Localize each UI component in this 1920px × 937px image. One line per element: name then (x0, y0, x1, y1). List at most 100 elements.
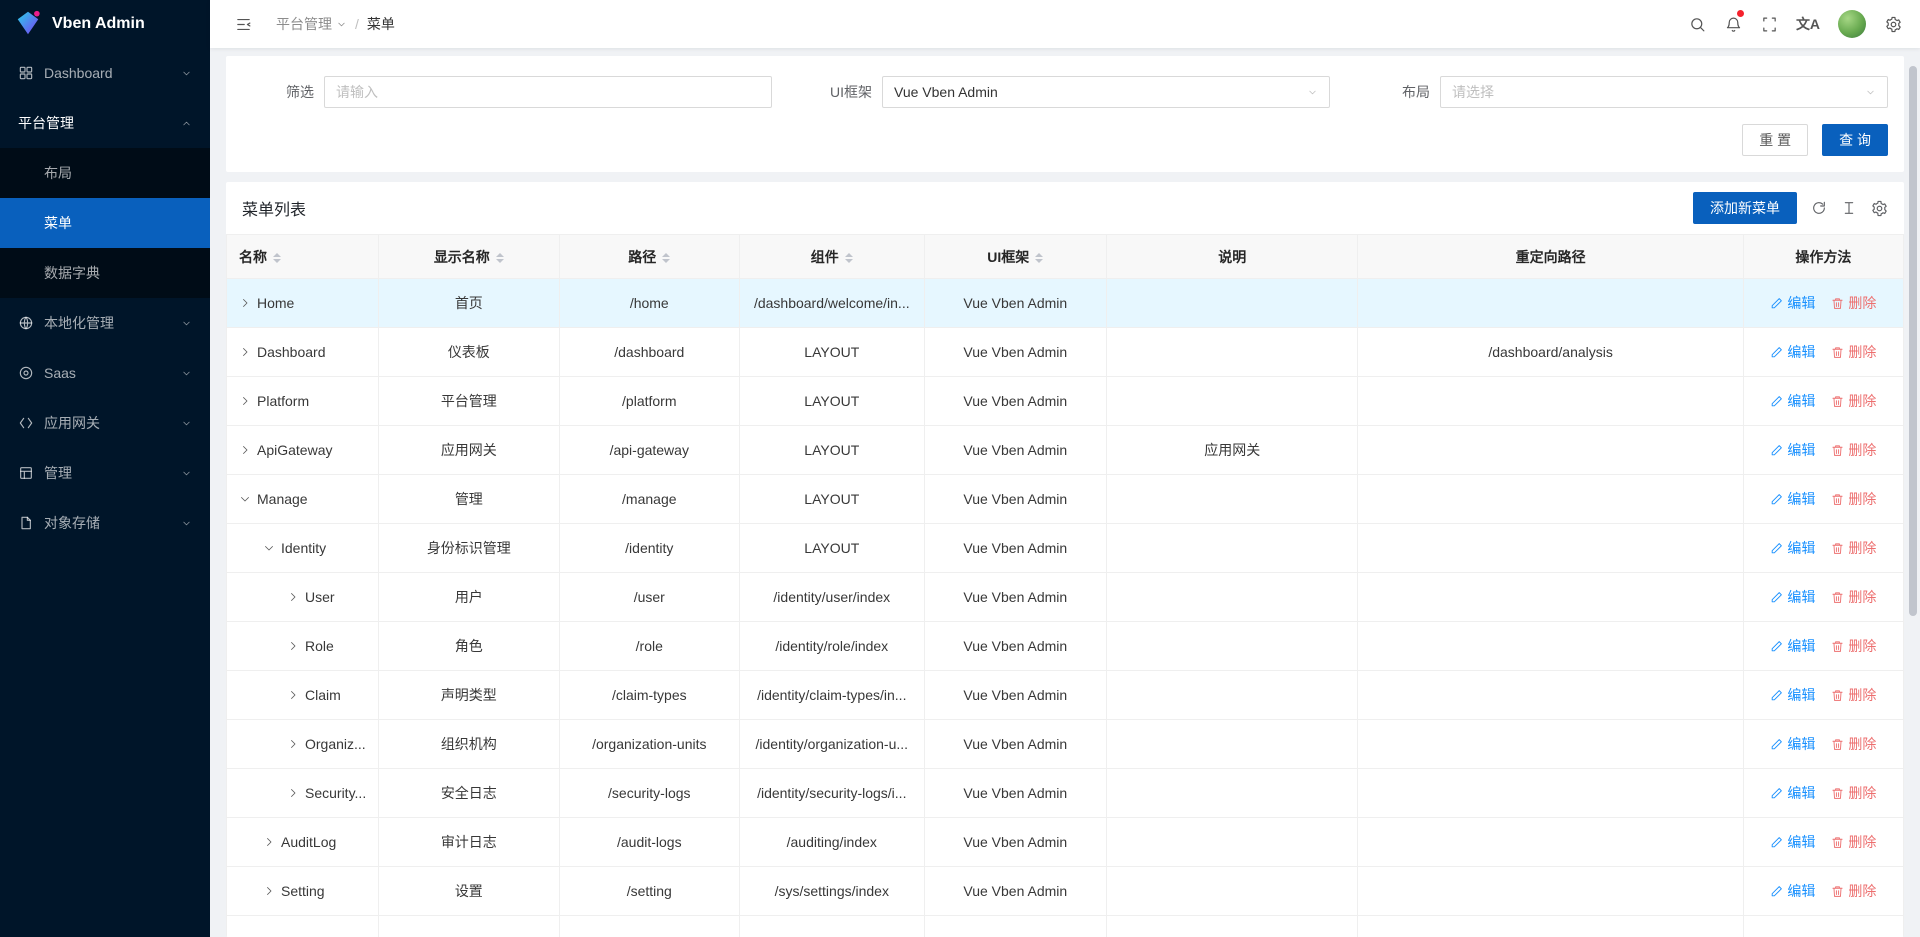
sort-icon[interactable] (845, 253, 853, 263)
edit-link[interactable]: 编辑 (1770, 783, 1815, 803)
row-expand-icon[interactable] (287, 689, 299, 701)
edit-link[interactable]: 编辑 (1770, 881, 1815, 901)
table-settings-icon[interactable] (1871, 200, 1888, 217)
row-expand-icon[interactable] (287, 591, 299, 603)
delete-link[interactable]: 删除 (1831, 489, 1876, 509)
ui-framework-select[interactable]: Vue Vben Admin (882, 76, 1330, 108)
edit-link[interactable]: 编辑 (1770, 685, 1815, 705)
sort-icon[interactable] (662, 253, 670, 263)
edit-link[interactable]: 编辑 (1770, 391, 1815, 411)
column-header-path[interactable]: 路径 (559, 235, 739, 279)
menu-fold-icon[interactable] (226, 0, 260, 48)
row-expand-icon[interactable] (263, 542, 275, 554)
delete-link[interactable]: 删除 (1831, 587, 1876, 607)
sort-icon[interactable] (496, 253, 504, 263)
sidebar-item-dashboard[interactable]: Dashboard (0, 48, 210, 98)
table-row[interactable]: Claim声明类型/claim-types/identity/claim-typ… (227, 671, 1904, 720)
edit-link[interactable]: 编辑 (1770, 587, 1815, 607)
column-header-component[interactable]: 组件 (740, 235, 925, 279)
row-expand-icon[interactable] (239, 395, 251, 407)
notification-bell-icon[interactable] (1716, 0, 1750, 48)
delete-link[interactable]: 删除 (1831, 783, 1876, 803)
delete-link[interactable]: 删除 (1831, 391, 1876, 411)
sidebar-subitem-menu[interactable]: 菜单 (0, 198, 210, 248)
translate-icon[interactable]: 文A (1788, 0, 1828, 48)
filter-input[interactable] (324, 76, 772, 108)
row-expand-icon[interactable] (239, 444, 251, 456)
actions-cell: 编辑删除 (1743, 720, 1903, 769)
row-expand-icon[interactable] (239, 297, 251, 309)
fullscreen-icon[interactable] (1752, 0, 1786, 48)
logo[interactable]: Vben Admin (0, 0, 210, 48)
edit-link[interactable]: 编辑 (1770, 636, 1815, 656)
table-row[interactable]: Organiz...组织机构/organization-units/identi… (227, 720, 1904, 769)
edit-link[interactable]: 编辑 (1770, 342, 1815, 362)
sort-icon[interactable] (273, 253, 281, 263)
search-icon[interactable] (1680, 0, 1714, 48)
column-header-framework[interactable]: UI框架 (924, 235, 1107, 279)
sidebar-item-platform[interactable]: 平台管理 (0, 98, 210, 148)
search-button[interactable]: 查 询 (1822, 124, 1888, 156)
table-row[interactable]: Dashboard仪表板/dashboardLAYOUTVue Vben Adm… (227, 328, 1904, 377)
breadcrumb-item-platform[interactable]: 平台管理 (276, 14, 347, 34)
name-cell: Security... (227, 769, 379, 818)
row-expand-icon[interactable] (239, 493, 251, 505)
row-name: Security... (305, 785, 366, 801)
sidebar-item-localization[interactable]: 本地化管理 (0, 298, 210, 348)
table-row[interactable]: Manage管理/manageLAYOUTVue Vben Admin编辑删除 (227, 475, 1904, 524)
row-expand-icon[interactable] (287, 738, 299, 750)
column-header-name[interactable]: 名称 (227, 235, 379, 279)
delete-link[interactable]: 删除 (1831, 538, 1876, 558)
settings-gear-icon[interactable] (1876, 0, 1910, 48)
row-expand-icon[interactable] (239, 346, 251, 358)
sidebar-item-gateway[interactable]: 应用网关 (0, 398, 210, 448)
table-row[interactable]: Home首页/home/dashboard/welcome/in...Vue V… (227, 279, 1904, 328)
add-menu-button[interactable]: 添加新菜单 (1693, 192, 1797, 224)
delete-link[interactable]: 删除 (1831, 440, 1876, 460)
table-row[interactable]: Platform平台管理/platformLAYOUTVue Vben Admi… (227, 377, 1904, 426)
table-row[interactable]: User用户/user/identity/user/indexVue Vben … (227, 573, 1904, 622)
delete-link[interactable]: 删除 (1831, 832, 1876, 852)
column-height-icon[interactable] (1841, 200, 1857, 216)
redirect-cell (1358, 769, 1743, 818)
edit-link[interactable]: 编辑 (1770, 440, 1815, 460)
table-row[interactable]: Security...安全日志/security-logs/identity/s… (227, 769, 1904, 818)
description-cell (1107, 720, 1358, 769)
edit-link[interactable]: 编辑 (1770, 489, 1815, 509)
delete-link[interactable]: 删除 (1831, 881, 1876, 901)
column-header-display-name[interactable]: 显示名称 (379, 235, 559, 279)
delete-link[interactable]: 删除 (1831, 636, 1876, 656)
delete-link[interactable]: 删除 (1831, 293, 1876, 313)
chevron-down-icon (181, 468, 192, 479)
sidebar-subitem-layout[interactable]: 布局 (0, 148, 210, 198)
sidebar-subitem-dictionary[interactable]: 数据字典 (0, 248, 210, 298)
sidebar-item-manage[interactable]: 管理 (0, 448, 210, 498)
page-scrollbar[interactable] (1909, 56, 1917, 926)
row-expand-icon[interactable] (263, 836, 275, 848)
edit-link[interactable]: 编辑 (1770, 832, 1815, 852)
reset-button[interactable]: 重 置 (1742, 124, 1808, 156)
row-expand-icon[interactable] (263, 885, 275, 897)
delete-link[interactable]: 删除 (1831, 734, 1876, 754)
name-wrap: Home (239, 295, 370, 311)
scrollbar-thumb[interactable] (1909, 66, 1917, 616)
table-row[interactable]: ApiGateway应用网关/api-gatewayLAYOUTVue Vben… (227, 426, 1904, 475)
sort-icon[interactable] (1035, 253, 1043, 263)
delete-link[interactable]: 删除 (1831, 685, 1876, 705)
delete-link[interactable]: 删除 (1831, 342, 1876, 362)
avatar[interactable] (1838, 10, 1866, 38)
edit-link[interactable]: 编辑 (1770, 734, 1815, 754)
row-expand-icon[interactable] (287, 787, 299, 799)
edit-link[interactable]: 编辑 (1770, 293, 1815, 313)
refresh-icon[interactable] (1811, 200, 1827, 216)
table-row[interactable]: Setting设置/setting/sys/settings/indexVue … (227, 867, 1904, 916)
layout-select[interactable]: 请选择 (1440, 76, 1888, 108)
table-row[interactable]: Identity身份标识管理/identityLAYOUTVue Vben Ad… (227, 524, 1904, 573)
row-expand-icon[interactable] (287, 640, 299, 652)
table-row[interactable]: Role角色/role/identity/role/indexVue Vben … (227, 622, 1904, 671)
description-cell (1107, 818, 1358, 867)
sidebar-item-storage[interactable]: 对象存储 (0, 498, 210, 548)
edit-link[interactable]: 编辑 (1770, 538, 1815, 558)
table-row[interactable]: AuditLog审计日志/audit-logs/auditing/indexVu… (227, 818, 1904, 867)
sidebar-item-saas[interactable]: Saas (0, 348, 210, 398)
